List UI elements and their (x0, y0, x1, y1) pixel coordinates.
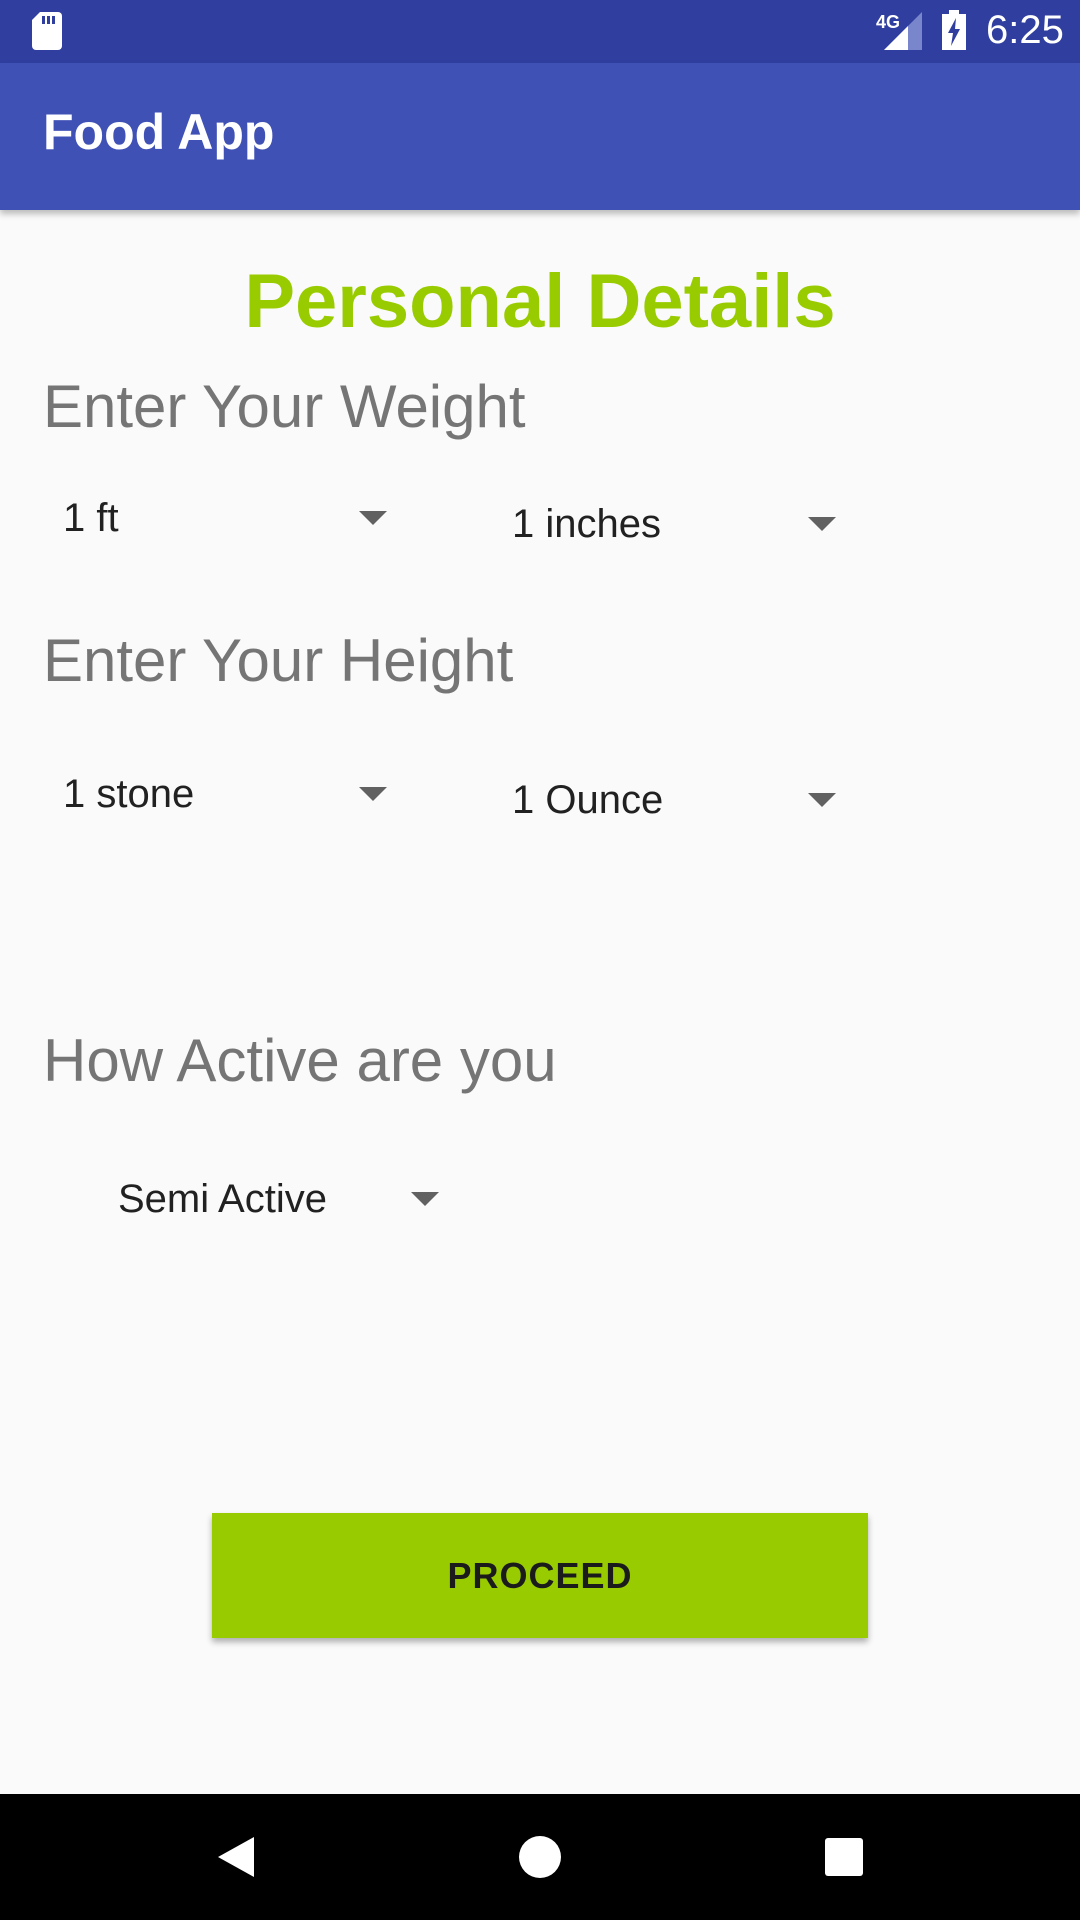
chevron-down-icon (411, 1192, 439, 1206)
proceed-label: PROCEED (447, 1554, 633, 1596)
chevron-down-icon (359, 511, 387, 525)
recents-icon (825, 1838, 863, 1876)
weight-feet-value: 1 ft (63, 495, 119, 540)
app-bar: Food App (0, 63, 1080, 210)
page-title: Personal Details (244, 259, 836, 344)
height-label: Enter Your Height (43, 627, 514, 694)
back-icon (218, 1837, 254, 1877)
app-title: Food App (43, 104, 275, 160)
signal-icon (884, 12, 922, 50)
home-icon (519, 1836, 561, 1878)
weight-feet-spinner[interactable]: 1 ft (43, 478, 403, 558)
chevron-down-icon (808, 793, 836, 807)
height-stone-value: 1 stone (63, 771, 195, 816)
activity-value: Semi Active (118, 1176, 327, 1221)
weight-label: Enter Your Weight (43, 373, 526, 440)
proceed-button[interactable]: PROCEED (212, 1513, 868, 1638)
home-button[interactable] (470, 1794, 610, 1920)
weight-inches-value: 1 inches (512, 501, 661, 546)
screen: 4G 6:25 Food App Personal Details Enter … (0, 0, 1080, 1920)
status-bar: 4G 6:25 (0, 0, 1080, 63)
activity-spinner[interactable]: Semi Active (95, 1159, 455, 1239)
height-stone-spinner[interactable]: 1 stone (43, 754, 403, 834)
activity-label: How Active are you (43, 1027, 557, 1094)
height-ounce-value: 1 Ounce (512, 777, 664, 822)
back-button[interactable] (166, 1794, 306, 1920)
chevron-down-icon (359, 787, 387, 801)
weight-inches-spinner[interactable]: 1 inches (492, 484, 852, 564)
clock: 6:25 (986, 8, 1064, 52)
chevron-down-icon (808, 517, 836, 531)
height-ounce-spinner[interactable]: 1 Ounce (492, 760, 852, 840)
sd-card-icon (32, 12, 62, 50)
nav-bar (0, 1794, 1080, 1920)
battery-charging-icon (942, 10, 966, 50)
recents-button[interactable] (774, 1794, 914, 1920)
